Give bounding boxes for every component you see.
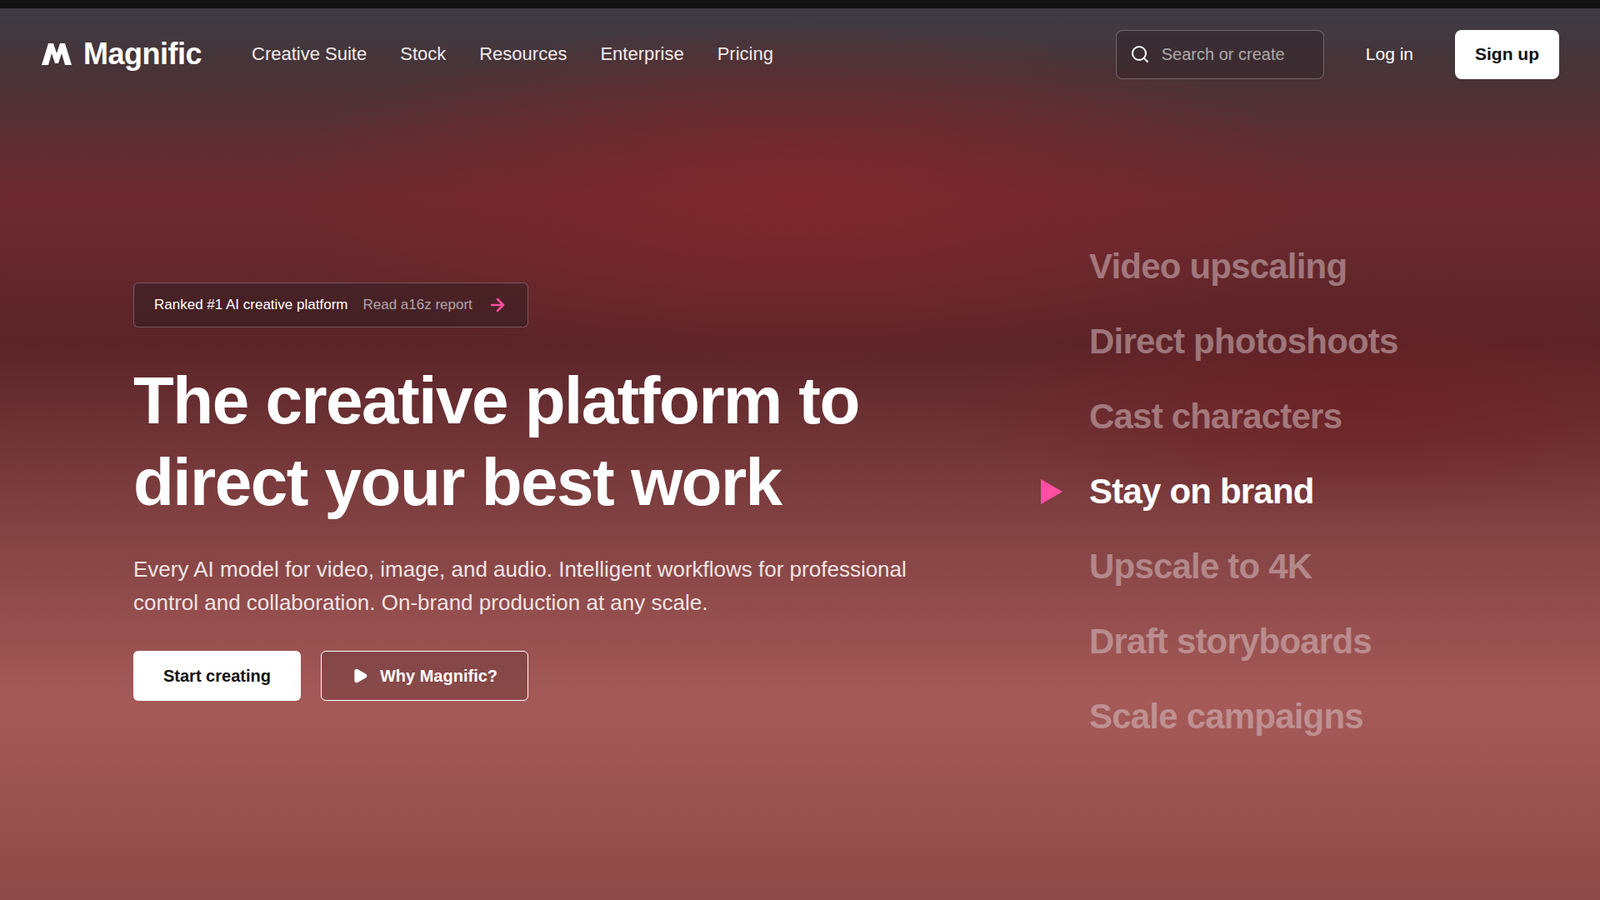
- brand-name: Magnific: [83, 36, 202, 72]
- nav-link[interactable]: Enterprise: [600, 43, 684, 65]
- feature-item[interactable]: Scale campaigns: [1039, 695, 1399, 738]
- navbar: Magnific Creative Suite Stock Resources Ente…: [0, 8, 1600, 100]
- headline: The creative platform todirect your best…: [133, 360, 860, 524]
- feature-label: Video upscaling: [1089, 245, 1347, 288]
- feature-item[interactable]: Direct photoshoots: [1039, 320, 1399, 363]
- badge-link: Read a16z report: [362, 296, 472, 314]
- nav-link[interactable]: Creative Suite: [251, 43, 367, 65]
- triangle-marker-icon: [1039, 477, 1065, 506]
- hero-content: Ranked #1 AI creative platform Read a16z …: [133, 245, 1040, 738]
- hero: Ranked #1 AI creative platform Read a16z …: [0, 100, 1600, 738]
- feature-label: Draft storyboards: [1089, 620, 1372, 663]
- feature-label: Direct photoshoots: [1089, 320, 1399, 363]
- arrow-right-icon: [487, 295, 508, 315]
- feature-item[interactable]: Video upscaling: [1039, 245, 1399, 288]
- feature-item[interactable]: Upscale to 4K: [1039, 545, 1399, 588]
- page: Magnific Creative Suite Stock Resources Ente…: [0, 0, 1600, 900]
- start-creating-button[interactable]: Start creating: [133, 650, 301, 701]
- feature-label: Cast characters: [1089, 395, 1342, 438]
- brand-logo[interactable]: Magnific: [40, 36, 202, 72]
- play-icon: [351, 667, 369, 685]
- subtitle-line: Every AI model for video, image, and aud…: [133, 552, 907, 586]
- search-input[interactable]: [1160, 44, 1310, 65]
- feature-label: Stay on brand: [1089, 470, 1315, 513]
- headline-line: The creative platform to: [133, 360, 860, 442]
- search-icon: [1130, 44, 1150, 65]
- top-strip: [0, 0, 1600, 9]
- nav-link[interactable]: Resources: [479, 43, 567, 65]
- login-link[interactable]: Log in: [1365, 44, 1414, 65]
- nav-link[interactable]: Stock: [400, 43, 446, 65]
- feature-item[interactable]: Draft storyboards: [1039, 620, 1399, 663]
- search-box: [1115, 30, 1325, 80]
- badge-label: Ranked #1 AI creative platform: [154, 296, 348, 314]
- feature-item[interactable]: Cast characters: [1039, 395, 1399, 438]
- nav-link[interactable]: Pricing: [717, 43, 774, 65]
- subtitle-line: control and collaboration. On-brand prod…: [133, 585, 907, 620]
- feature-list: Video upscaling Direct photoshoots Cast ch…: [1039, 245, 1399, 738]
- ranking-badge[interactable]: Ranked #1 AI creative platform Read a16z …: [133, 282, 529, 328]
- signup-button[interactable]: Sign up: [1455, 30, 1560, 80]
- marker: [1039, 477, 1065, 506]
- hero-buttons: Start creating Why Magnific?: [133, 650, 529, 701]
- feature-label: Scale campaigns: [1089, 695, 1364, 738]
- subtitle: Every AI model for video, image, and aud…: [133, 552, 907, 620]
- nav-links: Creative Suite Stock Resources Enterprise Pr…: [251, 43, 774, 65]
- headline-line: direct your best work: [133, 441, 860, 524]
- feature-label: Upscale to 4K: [1089, 545, 1312, 588]
- magnific-logo-icon: [40, 41, 74, 67]
- why-magnific-button[interactable]: Why Magnific?: [320, 650, 529, 701]
- feature-item[interactable]: Stay on brand: [1039, 470, 1399, 513]
